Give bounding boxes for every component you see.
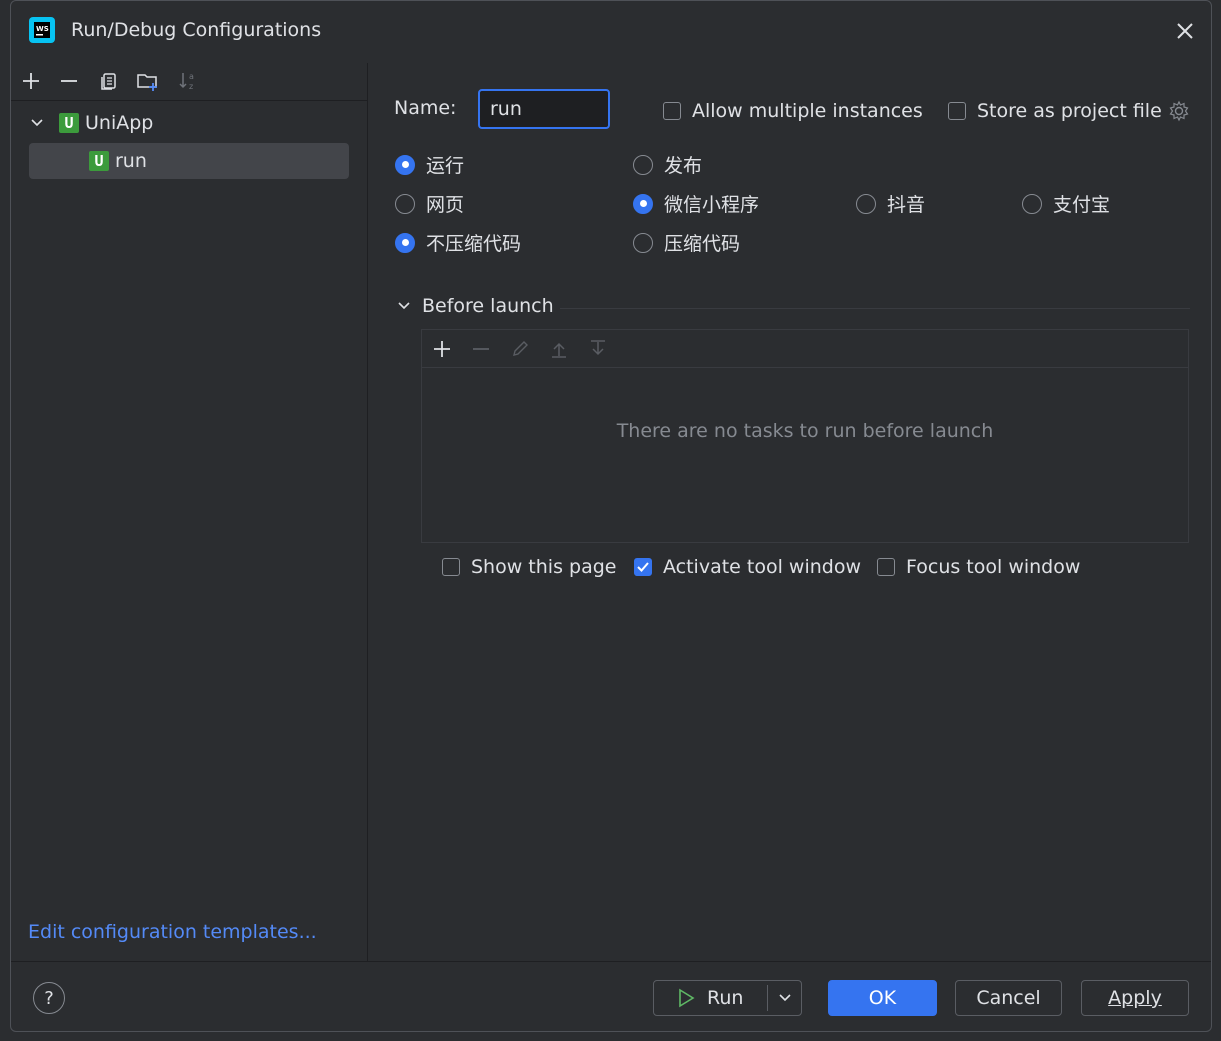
before-launch-tasks: There are no tasks to run before launch [421,329,1189,543]
radio-button[interactable] [633,232,653,253]
title-bar: WS Run/Debug Configurations [11,1,1211,63]
run-debug-dialog: WS Run/Debug Configurations az U UniApp … [10,0,1212,1032]
radio-button[interactable] [395,193,415,214]
configurations-toolbar: az [11,63,367,101]
edit-task-button[interactable] [506,335,534,363]
focus-tool-window-checkbox[interactable]: Focus tool window [877,556,1080,578]
new-folder-button[interactable] [134,67,162,95]
arrow-up-icon [552,342,566,358]
play-icon [679,988,695,1008]
name-label: Name: [394,97,457,119]
radio-wechat-miniprogram[interactable]: 微信小程序 [633,190,759,217]
checkbox-box[interactable] [442,558,460,576]
configurations-pane: az U UniApp U run Edit configuration tem… [11,63,368,961]
cancel-button[interactable]: Cancel [955,980,1062,1016]
chevron-down-icon[interactable] [29,115,45,131]
section-divider [560,308,1190,309]
help-button[interactable]: ? [33,982,65,1014]
remove-configuration-button[interactable] [55,67,83,95]
close-icon[interactable] [1173,19,1197,43]
checkbox-box[interactable] [663,102,681,120]
svg-text:a: a [189,72,194,81]
add-configuration-button[interactable] [17,67,45,95]
radio-alipay[interactable]: 支付宝 [1022,190,1110,217]
uniapp-icon: U [59,113,79,133]
chevron-down-icon[interactable] [396,298,412,314]
configuration-editor: Name: Allow multiple instances Store as … [368,63,1211,961]
checkmark-icon [637,562,649,572]
sort-button[interactable]: az [174,67,202,95]
pencil-icon [513,341,528,356]
empty-tasks-message: There are no tasks to run before launch [616,420,994,442]
webstorm-app-icon: WS [29,17,55,43]
folder-add-icon [137,74,157,91]
minus-icon [61,80,77,82]
tree-node-label: UniApp [85,112,154,134]
show-this-page-checkbox[interactable]: Show this page [442,556,616,578]
sort-alpha-icon: az [179,72,194,91]
radio-douyin[interactable]: 抖音 [856,190,925,217]
dialog-footer: ? Run OK Cancel Apply [11,961,1211,1032]
edit-configuration-templates-link[interactable]: Edit configuration templates... [28,921,317,943]
before-launch-toolbar [422,330,1188,368]
tree-node-run[interactable]: U run [29,143,349,179]
tree-node-uniapp[interactable]: U UniApp [29,105,349,141]
tree-node-label: run [115,150,147,172]
move-up-button[interactable] [545,335,573,363]
radio-button[interactable] [633,193,653,214]
remove-task-button[interactable] [467,335,495,363]
before-launch-title: Before launch [422,295,554,317]
radio-publish[interactable]: 发布 [633,151,702,178]
ok-button[interactable]: OK [828,980,937,1016]
radio-button[interactable] [395,154,415,175]
checkbox-box[interactable] [948,102,966,120]
arrow-down-icon [591,340,605,356]
minus-icon [473,348,489,350]
checkbox-box[interactable] [634,558,652,576]
plus-icon [434,341,450,357]
store-as-project-file-checkbox[interactable]: Store as project file [948,100,1190,122]
name-input[interactable] [478,89,610,129]
radio-run[interactable]: 运行 [395,151,464,178]
gear-icon[interactable] [1168,100,1190,122]
dialog-title: Run/Debug Configurations [71,19,322,41]
add-task-button[interactable] [428,335,456,363]
radio-button[interactable] [1022,193,1042,214]
radio-web[interactable]: 网页 [395,190,464,217]
svg-text:z: z [189,82,193,91]
chevron-down-icon[interactable] [777,990,793,1006]
move-down-button[interactable] [584,335,612,363]
run-button[interactable]: Run [653,980,802,1016]
radio-button[interactable] [395,232,415,253]
activate-tool-window-checkbox[interactable]: Activate tool window [634,556,861,578]
copy-icon [101,73,116,90]
svg-text:WS: WS [36,25,49,33]
before-launch-header[interactable]: Before launch [396,295,554,317]
uniapp-icon: U [89,151,109,171]
copy-configuration-button[interactable] [95,67,123,95]
radio-no-compress[interactable]: 不压缩代码 [395,229,521,256]
radio-button[interactable] [856,193,876,214]
radio-compress[interactable]: 压缩代码 [633,229,740,256]
radio-button[interactable] [633,154,653,175]
checkbox-box[interactable] [877,558,895,576]
plus-icon [23,73,39,89]
apply-button[interactable]: Apply [1081,980,1189,1016]
split-divider [767,985,768,1011]
allow-multiple-instances-checkbox[interactable]: Allow multiple instances [663,100,923,122]
